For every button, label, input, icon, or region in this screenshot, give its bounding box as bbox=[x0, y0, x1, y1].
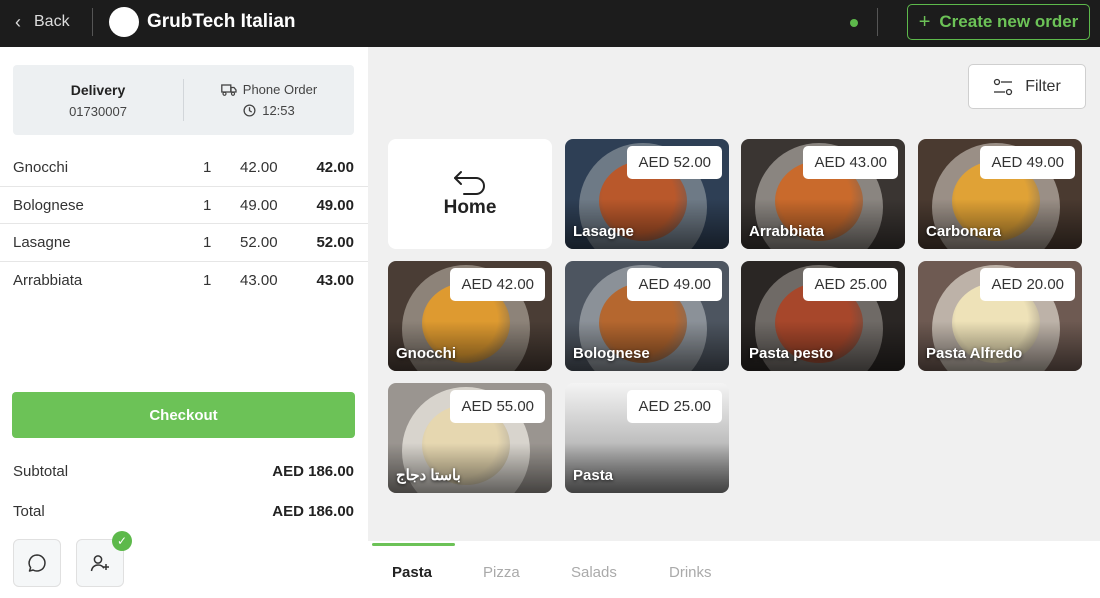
menu-item-name: Pasta bbox=[573, 467, 614, 484]
subtotal-row: Subtotal AED 186.00 bbox=[13, 463, 354, 480]
menu-item-name: Arrabbiata bbox=[749, 223, 825, 240]
menu-item-price: AED 25.00 bbox=[627, 390, 722, 423]
back-label: Back bbox=[34, 13, 70, 30]
order-number: 01730007 bbox=[69, 103, 127, 119]
menu-item-tile[interactable]: AED 20.00 Pasta Alfredo bbox=[918, 261, 1082, 371]
menu-item-name: Lasagne bbox=[573, 223, 634, 240]
return-arrow-icon bbox=[454, 171, 485, 195]
menu-item-price: AED 20.00 bbox=[980, 268, 1075, 301]
menu-item-tile[interactable]: AED 43.00 Arrabbiata bbox=[741, 139, 905, 249]
item-quantity: 1 bbox=[203, 234, 212, 251]
subtotal-value: AED 186.00 bbox=[272, 463, 354, 480]
menu-item-tile[interactable]: AED 55.00 باستا دجاج bbox=[388, 383, 552, 493]
order-time: 12:53 bbox=[262, 103, 295, 118]
customer-added-check-icon: ✓ bbox=[112, 531, 132, 551]
order-panel: Delivery 01730007 Phone Order 12:53 Gnoc… bbox=[0, 47, 368, 598]
add-note-button[interactable] bbox=[13, 539, 61, 587]
filter-sliders-icon bbox=[994, 78, 1013, 95]
tab-salads[interactable]: Salads bbox=[571, 564, 617, 581]
menu-item-name: Bolognese bbox=[573, 345, 650, 362]
menu-item-price: AED 49.00 bbox=[980, 146, 1075, 179]
top-bar: ‹ Back GrubTech Italian + Create new ord… bbox=[0, 0, 1100, 47]
menu-item-tile[interactable]: AED 25.00 Pasta bbox=[565, 383, 729, 493]
menu-item-tile[interactable]: AED 49.00 Bolognese bbox=[565, 261, 729, 371]
menu-item-tile[interactable]: AED 49.00 Carbonara bbox=[918, 139, 1082, 249]
category-tabs: Pasta Pizza Salads Drinks bbox=[368, 541, 1100, 598]
total-value: AED 186.00 bbox=[272, 503, 354, 520]
order-item-row[interactable]: Arrabbiata 1 43.00 43.00 bbox=[0, 262, 368, 300]
brand-logo bbox=[109, 7, 139, 37]
menu-item-price: AED 42.00 bbox=[450, 268, 545, 301]
order-type-title: Delivery bbox=[70, 81, 126, 98]
divider bbox=[92, 8, 93, 36]
menu-item-price: AED 43.00 bbox=[803, 146, 898, 179]
menu-item-price: AED 55.00 bbox=[450, 390, 545, 423]
tab-pizza[interactable]: Pizza bbox=[483, 564, 520, 581]
active-tab-indicator bbox=[372, 543, 455, 546]
order-items-list: Gnocchi 1 42.00 42.00 Bolognese 1 49.00 … bbox=[0, 149, 368, 299]
menu-item-name: باستا دجاج bbox=[396, 467, 461, 484]
create-new-order-button[interactable]: + Create new order bbox=[907, 4, 1090, 40]
item-quantity: 1 bbox=[203, 159, 212, 176]
brand-name: GrubTech Italian bbox=[147, 11, 296, 32]
order-channel[interactable]: Phone Order 12:53 bbox=[184, 65, 354, 135]
item-name: Lasagne bbox=[13, 234, 71, 251]
plus-icon: + bbox=[918, 10, 931, 33]
order-type[interactable]: Delivery 01730007 bbox=[13, 65, 183, 135]
back-button[interactable]: ‹ Back bbox=[10, 8, 70, 36]
delivery-truck-icon bbox=[220, 83, 237, 96]
order-item-row[interactable]: Lasagne 1 52.00 52.00 bbox=[0, 224, 368, 262]
item-total: 49.00 bbox=[316, 196, 354, 214]
menu-item-name: Pasta pesto bbox=[749, 345, 834, 362]
order-info-card: Delivery 01730007 Phone Order 12:53 bbox=[13, 65, 354, 135]
subtotal-label: Subtotal bbox=[13, 463, 69, 480]
item-total: 42.00 bbox=[316, 159, 354, 176]
item-unit-price: 52.00 bbox=[240, 234, 278, 251]
item-name: Gnocchi bbox=[13, 159, 69, 176]
home-label: Home bbox=[443, 197, 497, 218]
menu-item-name: Pasta Alfredo bbox=[926, 345, 1023, 362]
order-item-row[interactable]: Bolognese 1 49.00 49.00 bbox=[0, 187, 368, 224]
filter-label: Filter bbox=[1025, 77, 1061, 95]
tab-drinks[interactable]: Drinks bbox=[669, 564, 712, 581]
item-name: Bolognese bbox=[13, 196, 84, 214]
item-quantity: 1 bbox=[203, 196, 212, 214]
checkout-button[interactable]: Checkout bbox=[12, 392, 355, 438]
total-label: Total bbox=[13, 503, 45, 520]
menu-item-price: AED 52.00 bbox=[627, 146, 722, 179]
connection-status-dot bbox=[850, 19, 858, 27]
item-total: 43.00 bbox=[316, 271, 354, 289]
item-name: Arrabbiata bbox=[13, 271, 83, 289]
clock-icon bbox=[243, 104, 256, 117]
chat-bubble-icon bbox=[28, 554, 46, 572]
total-row: Total AED 186.00 bbox=[13, 503, 354, 520]
item-total: 52.00 bbox=[316, 234, 354, 251]
order-item-row[interactable]: Gnocchi 1 42.00 42.00 bbox=[0, 149, 368, 187]
add-user-icon bbox=[90, 555, 109, 572]
menu-item-tile[interactable]: AED 42.00 Gnocchi bbox=[388, 261, 552, 371]
menu-item-tile[interactable]: AED 52.00 Lasagne bbox=[565, 139, 729, 249]
home-tile[interactable]: Home bbox=[388, 139, 552, 249]
menu-item-tile[interactable]: AED 25.00 Pasta pesto bbox=[741, 261, 905, 371]
tab-pasta[interactable]: Pasta bbox=[392, 564, 432, 581]
item-unit-price: 42.00 bbox=[240, 159, 278, 176]
menu-item-name: Gnocchi bbox=[396, 345, 457, 362]
filter-button[interactable]: Filter bbox=[968, 64, 1086, 109]
create-new-order-label: Create new order bbox=[939, 12, 1079, 31]
order-channel-label: Phone Order bbox=[242, 82, 318, 97]
item-unit-price: 49.00 bbox=[240, 196, 278, 214]
menu-item-price: AED 49.00 bbox=[627, 268, 722, 301]
divider bbox=[877, 8, 878, 36]
menu-item-price: AED 25.00 bbox=[803, 268, 898, 301]
item-quantity: 1 bbox=[203, 271, 212, 289]
chevron-left-icon: ‹ bbox=[15, 11, 21, 32]
menu-item-name: Carbonara bbox=[926, 223, 1002, 240]
item-unit-price: 43.00 bbox=[240, 271, 278, 289]
